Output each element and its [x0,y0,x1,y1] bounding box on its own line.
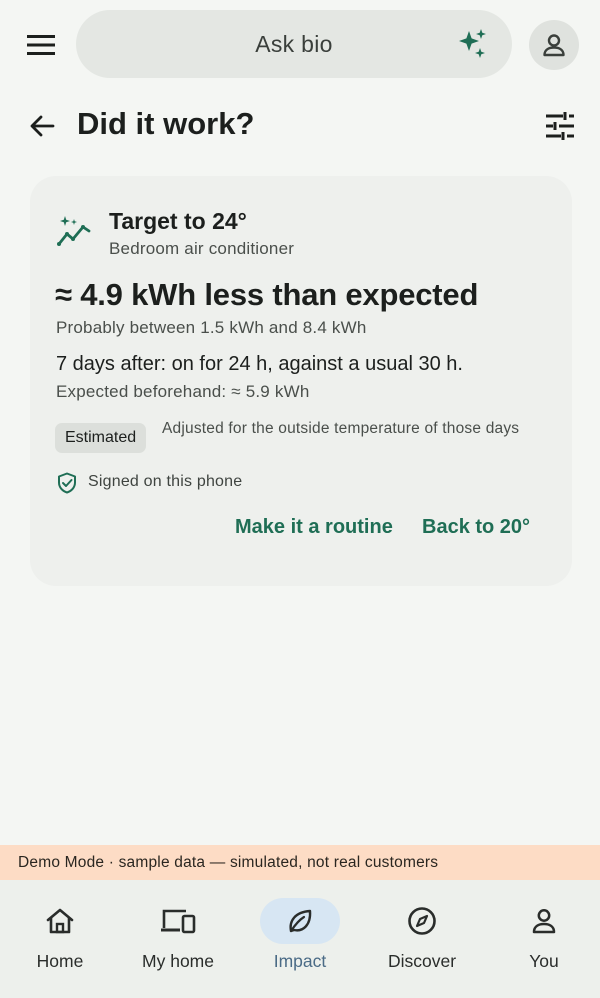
arrow-back-icon [30,115,55,137]
nav-label: You [529,951,559,971]
person-icon [532,909,556,934]
savings-range: Probably between 1.5 kWh and 8.4 kWh [56,318,367,337]
compass-icon [408,907,436,935]
menu-button[interactable] [20,26,62,64]
home-icon [46,908,74,934]
estimated-badge: Estimated [55,423,147,453]
nav-home[interactable]: Home [0,880,120,998]
trend-sparkle-icon [57,216,91,246]
account-avatar-button[interactable] [529,20,579,70]
nav-discover[interactable]: Discover [362,880,482,998]
filter-button[interactable] [540,106,580,146]
nav-label: Impact [273,951,327,971]
shield-check-icon [58,472,76,494]
nav-label: Home [36,951,84,971]
result-card: Target to 24° Bedroom air conditioner ≈ … [30,176,572,586]
screen: Ask bio Did it work? Target to 24° Bedro… [0,0,600,998]
tune-sliders-icon [546,112,574,140]
savings-headline: ≈ 4.9 kWh less than expected [55,277,479,312]
adjustment-note: Adjusted for the outside temperature of … [162,420,520,437]
leaf-icon [289,909,312,933]
nav-you[interactable]: You [484,880,600,998]
top-bar: Ask bio [0,0,600,90]
nav-label: Discover [387,951,457,971]
search-label: Ask bio [255,30,333,57]
nav-impact[interactable]: Impact [240,880,360,998]
devices-icon [161,909,196,934]
expected-beforehand: Expected beforehand: ≈ 5.9 kWh [56,382,310,401]
demo-mode-banner: Demo Mode · sample data — simulated, not… [0,845,600,880]
hamburger-menu-icon [27,35,55,55]
ask-bio-search[interactable]: Ask bio [76,10,512,78]
page-title: Did it work? [77,106,255,141]
card-subtitle: Bedroom air conditioner [109,239,295,258]
card-title: Target to 24° [109,208,247,234]
nav-label: My home [142,951,214,971]
revert-target-button[interactable]: Back to 20° [422,516,530,539]
person-icon [543,34,565,57]
usage-after: 7 days after: on for 24 h, against a usu… [56,353,463,375]
page-header: Did it work? [0,96,600,160]
signed-status: Signed on this phone [88,473,243,490]
back-button[interactable] [22,106,62,146]
nav-my-home[interactable]: My home [118,880,238,998]
sparkle-icon[interactable] [456,27,490,61]
bottom-navigation: Home My home Impact Discover You [0,880,600,998]
make-routine-button[interactable]: Make it a routine [235,516,393,539]
